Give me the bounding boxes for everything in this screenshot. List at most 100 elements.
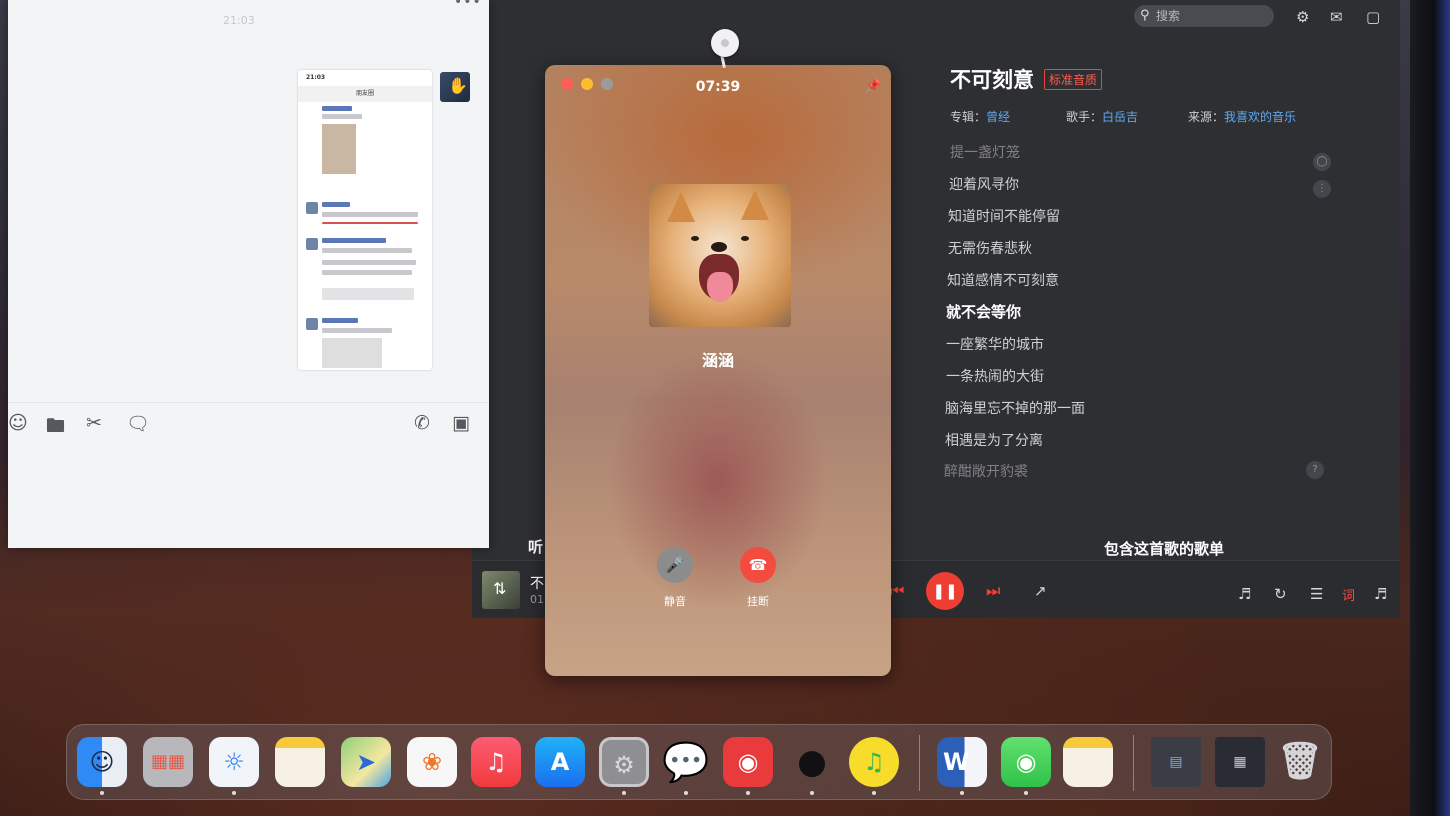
- safari-icon[interactable]: ☼: [209, 737, 259, 787]
- source-link[interactable]: 我喜欢的音乐: [1224, 110, 1296, 124]
- lyrics-panel[interactable]: 提一盏灯笼 迎着风寻你 知道时间不能停留 无需伤春悲秋 知道感情不可刻意 就不会…: [944, 140, 1324, 490]
- chat-history-icon[interactable]: 🗨: [126, 412, 150, 435]
- phone-header: 朋友圈: [298, 86, 432, 102]
- trash-icon[interactable]: 🗑: [1275, 737, 1325, 787]
- avatar-eye: [741, 236, 749, 241]
- launchpad-icon[interactable]: ▦▦: [143, 737, 193, 787]
- app-store-icon[interactable]: A: [535, 737, 585, 787]
- artist-meta: 歌手：白岳吉: [1066, 108, 1138, 125]
- phone-status-time: 21:03: [306, 74, 326, 81]
- running-indicator: [684, 791, 688, 795]
- call-timer: 07:39: [695, 79, 741, 95]
- mail-icon[interactable]: ✉: [1330, 8, 1343, 26]
- skip-back-icon[interactable]: ⏮: [890, 581, 904, 601]
- search-icon: ⚲: [1140, 8, 1150, 23]
- lyric-line: 提一盏灯笼: [950, 145, 1020, 161]
- avatar-ear: [667, 192, 695, 222]
- maps-icon[interactable]: ➤: [341, 737, 391, 787]
- wechat-icon[interactable]: 💬: [661, 737, 711, 787]
- lyric-line: 一座繁华的城市: [946, 337, 1044, 353]
- folder-icon[interactable]: 🖿: [46, 412, 65, 444]
- post-text: [322, 212, 418, 217]
- source-meta: 来源：我喜欢的音乐: [1188, 108, 1296, 125]
- quality-badge[interactable]: 标准音质: [1044, 69, 1103, 90]
- more-icon[interactable]: •••: [454, 0, 482, 10]
- artist-link[interactable]: 白岳吉: [1102, 110, 1138, 124]
- phone-icon[interactable]: ✆: [414, 412, 430, 434]
- running-indicator: [810, 791, 814, 795]
- music-top-bar: ⚲ 搜索 ⚙ ✉ ▢: [472, 0, 1400, 36]
- gear-icon[interactable]: ⚙: [1296, 8, 1309, 26]
- post-underline: [322, 222, 418, 224]
- lyric-icon[interactable]: 词: [1342, 585, 1355, 604]
- loop-icon[interactable]: ↻: [1274, 585, 1287, 603]
- qq-music-icon[interactable]: ♫: [849, 737, 899, 787]
- sound-effect-icon[interactable]: ♬: [1238, 585, 1251, 603]
- post-author: [322, 318, 358, 323]
- lyric-line: 无需伤春悲秋: [948, 241, 1032, 257]
- lyric-line: 一条热闹的大街: [946, 369, 1044, 385]
- mute-label: 静音: [664, 595, 686, 608]
- avatar-nose: [711, 242, 727, 252]
- avatar-ear: [741, 190, 769, 220]
- notes-icon[interactable]: [1063, 737, 1113, 787]
- help-icon[interactable]: ?: [1306, 461, 1324, 479]
- photos-icon[interactable]: ❀: [407, 737, 457, 787]
- music-icon[interactable]: ♫: [471, 737, 521, 787]
- desktop-stack-icon[interactable]: ▦: [1215, 737, 1265, 787]
- playlist-icon[interactable]: ☰: [1310, 585, 1323, 603]
- lyric-line: 相遇是为了分离: [945, 433, 1043, 449]
- screen-bezel: [1410, 0, 1450, 816]
- mini-song-title: 不: [530, 576, 544, 592]
- mini-time: 01: [530, 593, 544, 606]
- post-text: [322, 270, 412, 275]
- collapse-icon: ⇅: [493, 579, 507, 598]
- earbud: [711, 29, 739, 57]
- post-author: [322, 202, 350, 207]
- mute-button[interactable]: 🎤: [657, 547, 693, 583]
- listen-tab[interactable]: 听: [528, 536, 543, 557]
- like-comment-icon[interactable]: ◯: [1313, 153, 1331, 171]
- post-author: [322, 238, 386, 243]
- messages-icon[interactable]: ◉: [1001, 737, 1051, 787]
- running-indicator: [100, 791, 104, 795]
- share-icon[interactable]: ↗: [1034, 582, 1047, 600]
- dock-separator: [1133, 735, 1134, 791]
- notes-icon[interactable]: [275, 737, 325, 787]
- post-text: [322, 114, 362, 119]
- emoji-icon[interactable]: ☺: [8, 412, 28, 434]
- dock-separator: [919, 735, 920, 791]
- dock: ☺ ▦▦ ☼ ➤ ❀ ♫ A ⚙ 💬 ◉ ● ♫ W ◉ ▤ ▦ 🗑: [66, 724, 1332, 800]
- source-label: 来源：: [1188, 110, 1225, 124]
- shared-screenshot-image[interactable]: 21:03 朋友圈: [298, 70, 432, 370]
- pause-button[interactable]: ❚❚: [926, 572, 964, 610]
- sender-avatar[interactable]: ✋: [440, 72, 470, 102]
- lyric-line: 知道时间不能停留: [948, 209, 1060, 225]
- shirt-icon[interactable]: ▢: [1366, 8, 1380, 26]
- post-avatar: [306, 202, 318, 214]
- qq-icon[interactable]: ●: [787, 737, 837, 787]
- post-text: [322, 328, 392, 333]
- system-settings-icon[interactable]: ⚙: [599, 737, 649, 787]
- mini-cover-art[interactable]: ⇅: [482, 571, 520, 609]
- search-placeholder: 搜索: [1156, 9, 1181, 23]
- album-link[interactable]: 曾经: [986, 110, 1010, 124]
- lyric-more-icon[interactable]: ⋮: [1313, 180, 1331, 198]
- running-indicator: [872, 791, 876, 795]
- scissors-icon[interactable]: ✂: [86, 412, 102, 434]
- lyric-line: 知道感情不可刻意: [947, 273, 1059, 289]
- finder-icon[interactable]: ☺: [77, 737, 127, 787]
- hangup-button[interactable]: ☎: [740, 547, 776, 583]
- volume-icon[interactable]: ♬: [1374, 585, 1387, 603]
- video-icon[interactable]: ▣: [452, 412, 470, 434]
- running-indicator: [1024, 791, 1028, 795]
- post-avatar: [306, 318, 318, 330]
- caller-name: 涵涵: [701, 351, 734, 370]
- netease-music-icon[interactable]: ◉: [723, 737, 773, 787]
- search-input[interactable]: ⚲ 搜索: [1134, 5, 1274, 27]
- word-icon[interactable]: W: [937, 737, 987, 787]
- pin-icon[interactable]: 📌: [865, 79, 881, 94]
- skip-forward-icon[interactable]: ⏭: [986, 581, 1000, 601]
- downloads-stack-icon[interactable]: ▤: [1151, 737, 1201, 787]
- avatar-tongue: [707, 272, 733, 302]
